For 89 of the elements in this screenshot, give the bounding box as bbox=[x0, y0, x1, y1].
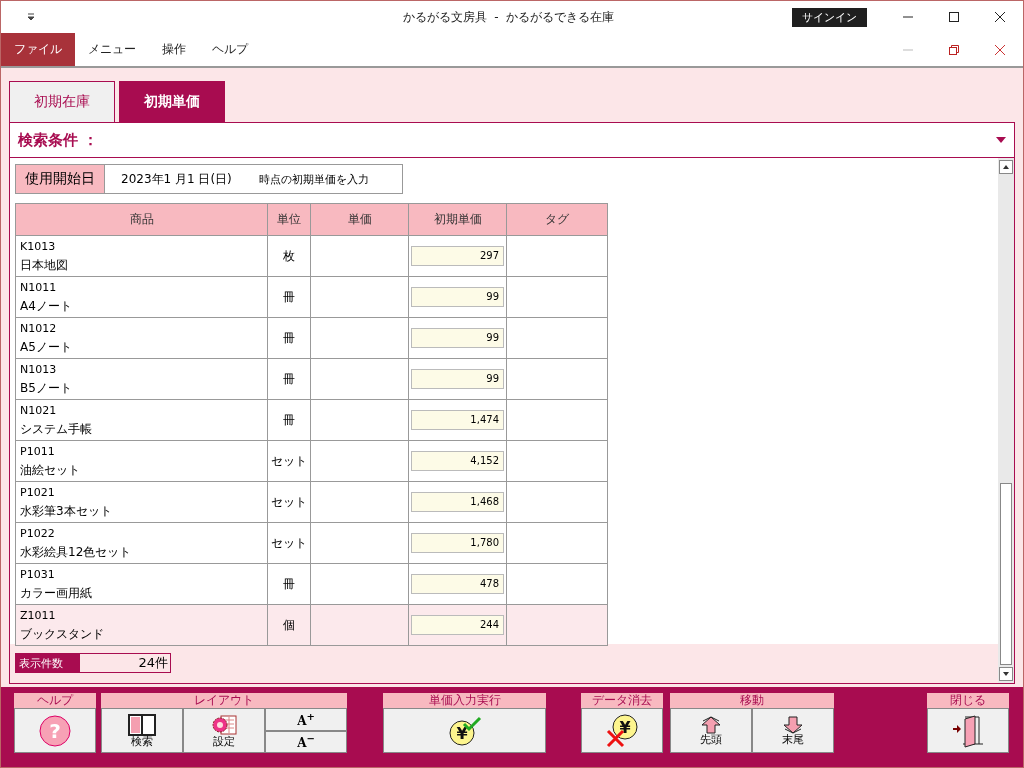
unit-cell: セット bbox=[271, 535, 307, 550]
font-size-button[interactable]: A$^{−}$ bbox=[265, 730, 347, 753]
settings-button[interactable]: 設定 bbox=[183, 708, 265, 753]
menu-item[interactable]: 操作 bbox=[149, 33, 199, 66]
clear-button[interactable]: ¥ bbox=[581, 708, 663, 753]
search-button[interactable]: 検索 bbox=[101, 708, 183, 753]
product-name: B5ノート bbox=[20, 380, 73, 397]
initial-price-field[interactable]: 1,780 bbox=[411, 533, 504, 553]
initial-price-field[interactable]: 99 bbox=[411, 287, 504, 307]
tab[interactable]: 初期単価 bbox=[119, 81, 225, 122]
product-code: P1021 bbox=[20, 485, 56, 501]
initial-price-field[interactable]: 99 bbox=[411, 328, 504, 348]
product-code: P1022 bbox=[20, 526, 56, 542]
product-name: A4ノート bbox=[20, 298, 73, 315]
initial-price-field[interactable]: 4,152 bbox=[411, 451, 504, 471]
unit-cell: 個 bbox=[283, 617, 295, 632]
group-label: 移動 bbox=[670, 693, 834, 708]
column-header: 商品 bbox=[15, 203, 268, 236]
start-date-value[interactable]: 2023年1 月1 日(日) bbox=[105, 165, 251, 193]
unit-cell: 冊 bbox=[283, 289, 295, 304]
scroll-down-icon[interactable] bbox=[999, 667, 1013, 681]
product-name: A5ノート bbox=[20, 339, 73, 356]
product-name: 日本地図 bbox=[20, 257, 69, 274]
column-header: タグ bbox=[506, 203, 608, 236]
start-date-label: 使用開始日 bbox=[16, 165, 105, 193]
search-conditions-label: 検索条件 ： bbox=[18, 130, 99, 150]
product-name: 水彩筆3本セット bbox=[20, 503, 113, 520]
initial-price-field[interactable]: 244 bbox=[411, 615, 504, 635]
group-label: データ消去 bbox=[581, 693, 663, 708]
column-header: 単価 bbox=[310, 203, 409, 236]
gear-sheet-icon bbox=[210, 713, 238, 736]
menu-item[interactable]: メニュー bbox=[75, 33, 149, 66]
unit-cell: セット bbox=[271, 494, 307, 509]
product-code: N1013 bbox=[20, 362, 58, 378]
search-conditions-bar[interactable]: 検索条件 ： bbox=[9, 122, 1015, 158]
font-size-button[interactable]: A$^{+}$ bbox=[265, 708, 347, 731]
product-code: N1011 bbox=[20, 280, 58, 296]
unit-cell: 冊 bbox=[283, 371, 295, 386]
product-name: 油絵セット bbox=[20, 462, 81, 479]
initial-price-field[interactable]: 297 bbox=[411, 246, 504, 266]
column-header: 初期単価 bbox=[408, 203, 507, 236]
unit-cell: 冊 bbox=[283, 576, 295, 591]
first-button[interactable]: 先頭 bbox=[670, 708, 752, 753]
start-date-note: 時点の初期単価を入力 bbox=[258, 171, 369, 188]
initial-price-field[interactable]: 1,468 bbox=[411, 492, 504, 512]
initial-price-field[interactable]: 99 bbox=[411, 369, 504, 389]
sign-in-button[interactable]: サインイン bbox=[792, 7, 867, 27]
execute-button[interactable]: ¥ bbox=[383, 708, 546, 753]
initial-price-field[interactable]: 478 bbox=[411, 574, 504, 594]
restore-icon[interactable] bbox=[948, 43, 960, 56]
dropdown-arrow-icon[interactable] bbox=[996, 137, 1006, 143]
question-mark-icon: ? bbox=[39, 714, 71, 747]
unit-cell: 冊 bbox=[283, 412, 295, 427]
exit-door-icon bbox=[951, 713, 985, 748]
vertical-scrollbar[interactable] bbox=[998, 158, 1014, 683]
initial-price-field[interactable]: 1,474 bbox=[411, 410, 504, 430]
product-name: ブックスタンド bbox=[20, 626, 105, 643]
group-label: 単価入力実行 bbox=[383, 693, 546, 708]
group-label: レイアウト bbox=[101, 693, 347, 708]
unit-cell: セット bbox=[271, 453, 307, 468]
product-name: カラー画用紙 bbox=[20, 585, 93, 602]
unit-cell: 冊 bbox=[283, 330, 295, 345]
close-button[interactable] bbox=[927, 708, 1009, 753]
scroll-thumb[interactable] bbox=[1000, 483, 1012, 665]
product-code: P1031 bbox=[20, 567, 56, 583]
record-count-label: 表示件数 bbox=[16, 654, 80, 672]
last-button[interactable]: 末尾 bbox=[752, 708, 834, 753]
product-code: P1011 bbox=[20, 444, 56, 460]
group-label: 閉じる bbox=[927, 693, 1009, 708]
close-icon[interactable] bbox=[994, 11, 1006, 23]
menu-item[interactable]: ファイル bbox=[1, 33, 75, 66]
up-arrow-icon bbox=[700, 715, 722, 734]
maximize-icon[interactable] bbox=[948, 11, 960, 23]
product-code: Z1011 bbox=[20, 608, 57, 624]
product-name: システム手帳 bbox=[20, 421, 93, 438]
unit-cell: 枚 bbox=[283, 248, 295, 263]
group-label: ヘルプ bbox=[14, 693, 96, 708]
panel-layout-icon bbox=[128, 713, 156, 736]
menu-item[interactable]: ヘルプ bbox=[199, 33, 261, 66]
product-name: 水彩絵具12色セット bbox=[20, 544, 133, 561]
product-code: K1013 bbox=[20, 239, 57, 255]
tab[interactable]: 初期在庫 bbox=[9, 81, 115, 122]
column-header: 単位 bbox=[267, 203, 311, 236]
down-arrow-icon bbox=[782, 715, 804, 734]
quick-access-icon[interactable] bbox=[27, 13, 35, 21]
product-code: N1021 bbox=[20, 403, 58, 419]
window-title: かるがる文房具 - かるがるできる在庫 bbox=[401, 8, 616, 26]
scroll-up-icon[interactable] bbox=[999, 160, 1013, 174]
product-code: N1012 bbox=[20, 321, 58, 337]
